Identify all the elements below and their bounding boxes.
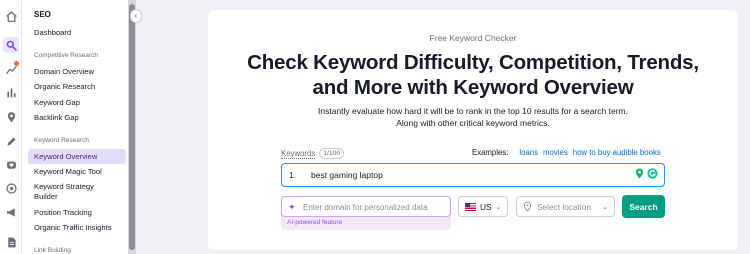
chevron-left-icon: ‹ xyxy=(134,11,138,20)
trends-icon[interactable] xyxy=(3,61,19,77)
megaphone-icon[interactable] xyxy=(3,204,19,220)
chevron-down-icon: ⌄ xyxy=(602,203,608,211)
eyebrow-text: Free Keyword Checker xyxy=(429,33,517,43)
bar-chart-icon[interactable] xyxy=(3,84,19,100)
sidebar-item-domain-overview[interactable]: Domain Overview xyxy=(28,67,126,77)
location-pin-icon[interactable] xyxy=(3,109,19,125)
country-value: US xyxy=(480,201,492,212)
input-extension-icons xyxy=(635,168,658,179)
page-title-line-2: and More with Keyword Overview xyxy=(312,76,634,99)
sidebar-item-backlink-gap[interactable]: Backlink Gap xyxy=(28,113,126,123)
keyword-checker-card: Free Keyword Checker Check Keyword Diffi… xyxy=(208,10,738,250)
seo-sidebar: SEO Dashboard Competitive Research Domai… xyxy=(22,0,128,254)
location-select[interactable]: Select location ⌄ xyxy=(516,196,615,217)
sidebar-title: SEO xyxy=(34,10,51,19)
grammarly-icon[interactable] xyxy=(647,168,658,179)
keyword-row-number: 1. xyxy=(289,170,297,180)
examples-label: Examples: xyxy=(472,148,509,157)
domain-placeholder: Enter domain for personalized data xyxy=(303,203,428,212)
sparkle-icon: ✦ xyxy=(288,202,296,212)
us-flag-icon xyxy=(465,202,476,211)
notification-dot xyxy=(14,61,19,66)
map-pin-icon[interactable] xyxy=(635,168,644,179)
keyword-input[interactable]: 1. best gaming laptop xyxy=(281,163,665,187)
scrollbar-thumb[interactable] xyxy=(129,4,135,250)
ai-powered-label: AI-powered feature xyxy=(287,219,343,226)
keywords-label-text: Keywords xyxy=(281,148,316,159)
sidebar-section-link-building: Link Building xyxy=(34,247,71,254)
document-icon[interactable] xyxy=(3,234,19,250)
seo-icon[interactable] xyxy=(3,37,19,53)
heart-shield-icon[interactable] xyxy=(3,157,19,173)
keywords-label: Keywords 1/100 xyxy=(281,148,345,159)
sidebar-section-keyword-research: Keyword Research xyxy=(34,137,89,144)
example-link-audible-books[interactable]: how to buy audible books xyxy=(573,148,661,157)
sidebar-item-keyword-strategy-builder[interactable]: Keyword Strategy Builder xyxy=(28,182,108,202)
sidebar-item-position-tracking[interactable]: Position Tracking xyxy=(28,208,126,218)
search-button[interactable]: Search xyxy=(622,195,665,218)
page-title: Check Keyword Difficulty, Competition, T… xyxy=(208,50,738,100)
pen-icon[interactable] xyxy=(3,133,19,149)
examples: Examples: loans movies how to buy audibl… xyxy=(472,148,661,157)
sidebar-item-organic-traffic-insights[interactable]: Organic Traffic Insights xyxy=(28,223,126,233)
keywords-count-badge: 1/100 xyxy=(319,148,345,159)
sidebar-item-keyword-overview[interactable]: Keyword Overview xyxy=(28,149,126,164)
target-icon[interactable] xyxy=(3,180,19,196)
home-icon[interactable] xyxy=(3,8,19,24)
country-select[interactable]: US ⌄ xyxy=(458,196,508,217)
subtitle: Instantly evaluate how hard it will be t… xyxy=(318,106,628,128)
sidebar-scrollbar[interactable] xyxy=(128,0,136,254)
sidebar-item-keyword-gap[interactable]: Keyword Gap xyxy=(28,98,126,108)
page-title-line-1: Check Keyword Difficulty, Competition, T… xyxy=(247,51,699,74)
sidebar-item-organic-research[interactable]: Organic Research xyxy=(28,82,126,92)
location-placeholder: Select location xyxy=(537,201,591,212)
icon-rail xyxy=(0,0,22,254)
sidebar-section-competitive-research: Competitive Research xyxy=(34,52,98,59)
collapse-sidebar-button[interactable]: ‹ xyxy=(130,9,142,23)
example-link-loans[interactable]: loans xyxy=(519,148,538,157)
domain-input[interactable]: ✦ Enter domain for personalized data xyxy=(281,196,451,217)
domain-ai-wrapper: ✦ Enter domain for personalized data AI-… xyxy=(281,196,451,230)
sidebar-item-keyword-magic-tool[interactable]: Keyword Magic Tool xyxy=(28,167,126,177)
chevron-down-icon: ⌄ xyxy=(495,203,502,211)
sidebar-item-dashboard[interactable]: Dashboard xyxy=(28,28,126,38)
location-icon xyxy=(523,201,532,212)
example-link-movies[interactable]: movies xyxy=(543,148,568,157)
keyword-value[interactable]: best gaming laptop xyxy=(311,170,383,180)
